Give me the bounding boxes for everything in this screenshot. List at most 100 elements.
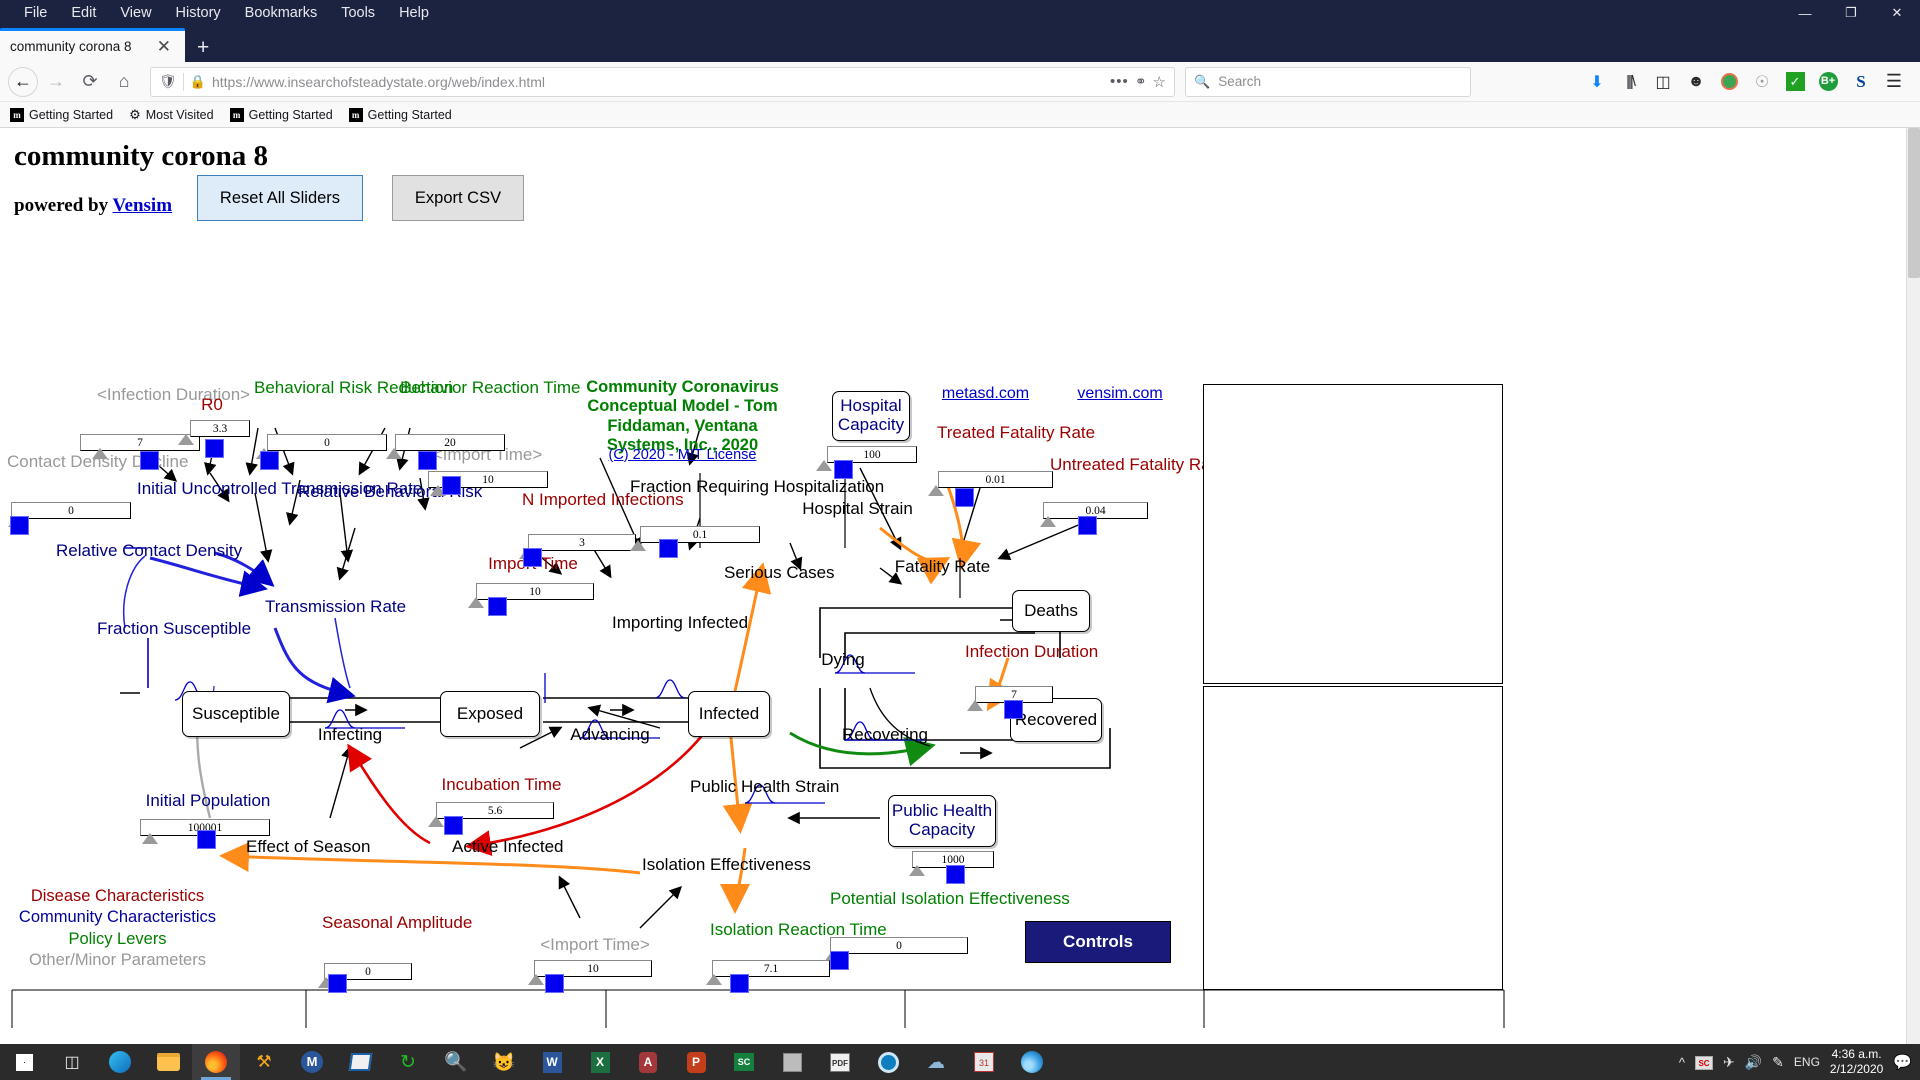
everything-icon[interactable]: 😺 [480, 1044, 528, 1080]
menu-bookmarks[interactable]: Bookmarks [235, 3, 328, 23]
slider-knob-infection-duration[interactable] [1004, 700, 1023, 719]
slider-knob-incubation-time[interactable] [444, 816, 463, 835]
mendeley-icon[interactable]: M [288, 1044, 336, 1080]
powerpoint-icon[interactable]: P [672, 1044, 720, 1080]
library-icon[interactable]: |||\ [1616, 68, 1644, 96]
notes-icon[interactable] [768, 1044, 816, 1080]
notification-icon[interactable]: 💬 [1893, 1053, 1912, 1071]
search-bar[interactable]: 🔍 Search [1185, 66, 1471, 97]
new-tab-button[interactable]: + [185, 37, 221, 62]
hamburger-menu-icon[interactable]: ☰ [1880, 68, 1908, 96]
sidebar-icon[interactable]: ◫ [1649, 68, 1677, 96]
slider-knob-initial-population[interactable] [197, 830, 216, 849]
sc-monitor-icon[interactable]: SC [1695, 1055, 1713, 1070]
chevron-up-icon[interactable]: ^ [1679, 1055, 1685, 1070]
tab-community-corona-8[interactable]: community corona 8 ✕ [0, 28, 185, 62]
account-icon[interactable]: ☻ [1682, 68, 1710, 96]
ghostery-icon[interactable]: ☉ [1748, 68, 1776, 96]
bitwarden-icon[interactable]: B+ [1814, 68, 1842, 96]
address-bar[interactable]: 🛡 🔒 https://www.insearchofsteadystate.or… [150, 66, 1175, 97]
slider-knob-potential-isolation-effectiveness[interactable] [830, 951, 849, 970]
bookmark-getting-started-2[interactable]: m Getting Started [229, 107, 333, 122]
slider-knob-infection-duration-top[interactable] [140, 451, 159, 470]
globe-icon[interactable] [1715, 68, 1743, 96]
menu-history[interactable]: History [166, 3, 231, 23]
vensim-icon[interactable] [1008, 1044, 1056, 1080]
slider-treated-fatality-rate[interactable]: 0.01 [938, 471, 1053, 488]
bookmark-most-visited[interactable]: ⚙ Most Visited [129, 107, 214, 123]
slider-knob-treated-fatality-rate[interactable] [955, 488, 974, 507]
slider-knob-behavior-reaction-time[interactable] [418, 451, 437, 470]
excel-icon[interactable]: X [576, 1044, 624, 1080]
menu-edit[interactable]: Edit [61, 3, 106, 23]
vensim-com-link[interactable]: vensim.com [1070, 385, 1170, 403]
slider-knob-behavioral-risk-reduction[interactable] [260, 451, 279, 470]
sc-icon[interactable]: SC [720, 1044, 768, 1080]
slider-behavioral-risk-reduction[interactable]: 0 [267, 434, 387, 451]
close-button[interactable]: ✕ [1874, 0, 1920, 26]
firefox-icon[interactable] [192, 1044, 240, 1080]
menu-file[interactable]: File [14, 3, 57, 23]
slider-knob-isolation-reaction-time[interactable] [730, 974, 749, 993]
task-view-icon[interactable]: ◫ [48, 1044, 96, 1080]
bookmark-star-icon[interactable]: ☆ [1153, 73, 1166, 91]
slider-knob-import-time-mid[interactable] [488, 597, 507, 616]
scrollbar-thumb[interactable] [1908, 128, 1920, 278]
forward-icon[interactable]: → [40, 66, 72, 98]
menu-tools[interactable]: Tools [331, 3, 385, 23]
bookmark-getting-started-3[interactable]: m Getting Started [348, 107, 452, 122]
slider-knob-import-time-top[interactable] [442, 476, 461, 495]
home-icon[interactable]: ⌂ [108, 66, 140, 98]
slider-knob-contact-density-decline[interactable] [10, 516, 29, 535]
minimize-button[interactable]: — [1782, 0, 1828, 26]
clock[interactable]: 4:36 a.m. 2/12/2020 [1830, 1047, 1883, 1077]
reload-icon[interactable]: ⟳ [74, 66, 106, 98]
slider-r0[interactable]: 3.3 [190, 420, 250, 437]
checkmark-icon[interactable]: ✓ [1781, 68, 1809, 96]
access-icon[interactable]: A [624, 1044, 672, 1080]
snagit-icon[interactable] [336, 1044, 384, 1080]
mit-license-link[interactable]: (C) 2020 - MIT License [595, 447, 770, 463]
menu-view[interactable]: View [110, 3, 161, 23]
word-icon[interactable]: W [528, 1044, 576, 1080]
sync-icon[interactable]: ↻ [384, 1044, 432, 1080]
calendar-icon[interactable]: 31 [960, 1044, 1008, 1080]
file-explorer-icon[interactable] [144, 1044, 192, 1080]
slider-fraction-requiring-hospitalization[interactable]: 0.1 [640, 526, 760, 543]
metasd-link[interactable]: metasd.com [938, 385, 1033, 403]
slider-contact-density-decline[interactable]: 0 [11, 502, 131, 519]
slider-knob-fraction-requiring-hospitalization[interactable] [659, 539, 678, 558]
page-scrollbar[interactable] [1906, 128, 1920, 1044]
volume-icon[interactable]: 🔊 [1745, 1054, 1762, 1071]
slider-knob-r0[interactable] [205, 439, 224, 458]
tools-icon[interactable]: ⚒ [240, 1044, 288, 1080]
page-actions-icon[interactable]: ••• [1110, 73, 1129, 90]
record-icon[interactable] [864, 1044, 912, 1080]
close-icon[interactable]: ✕ [153, 38, 175, 55]
slider-knob-hospital-capacity[interactable] [834, 460, 853, 479]
slider-behavior-reaction-time[interactable]: 20 [395, 434, 505, 451]
back-icon[interactable]: ← [8, 66, 38, 97]
pen-icon[interactable]: ✎ [1772, 1054, 1784, 1071]
downloads-icon[interactable]: ⬇ [1583, 68, 1611, 96]
slider-knob-n-imported-infections[interactable] [523, 548, 542, 567]
edge-icon[interactable] [96, 1044, 144, 1080]
slider-knob-import-time-bottom[interactable] [545, 974, 564, 993]
skype-icon[interactable]: S [1847, 68, 1875, 96]
pdf-icon[interactable]: PDF [816, 1044, 864, 1080]
slider-knob-seasonal-amplitude[interactable] [328, 974, 347, 993]
menu-help[interactable]: Help [389, 3, 439, 23]
controls-button[interactable]: Controls [1025, 921, 1171, 963]
shield-icon[interactable]: 🛡 [159, 73, 177, 90]
slider-n-imported-infections[interactable]: 3 [528, 534, 636, 551]
maximize-button[interactable]: ❐ [1828, 0, 1874, 26]
cloud-icon[interactable]: ☁ [912, 1044, 960, 1080]
airplane-icon[interactable]: ✈ [1723, 1054, 1735, 1071]
search-icon[interactable]: 🔍 [432, 1044, 480, 1080]
language-indicator[interactable]: ENG [1794, 1055, 1820, 1069]
windows-start-icon[interactable] [0, 1044, 48, 1080]
bookmark-getting-started-1[interactable]: m Getting Started [10, 107, 113, 122]
pocket-icon[interactable]: ⚭ [1135, 73, 1147, 90]
slider-knob-untreated-fatality-rate[interactable] [1078, 516, 1097, 535]
lock-icon[interactable]: 🔒 [190, 74, 206, 90]
